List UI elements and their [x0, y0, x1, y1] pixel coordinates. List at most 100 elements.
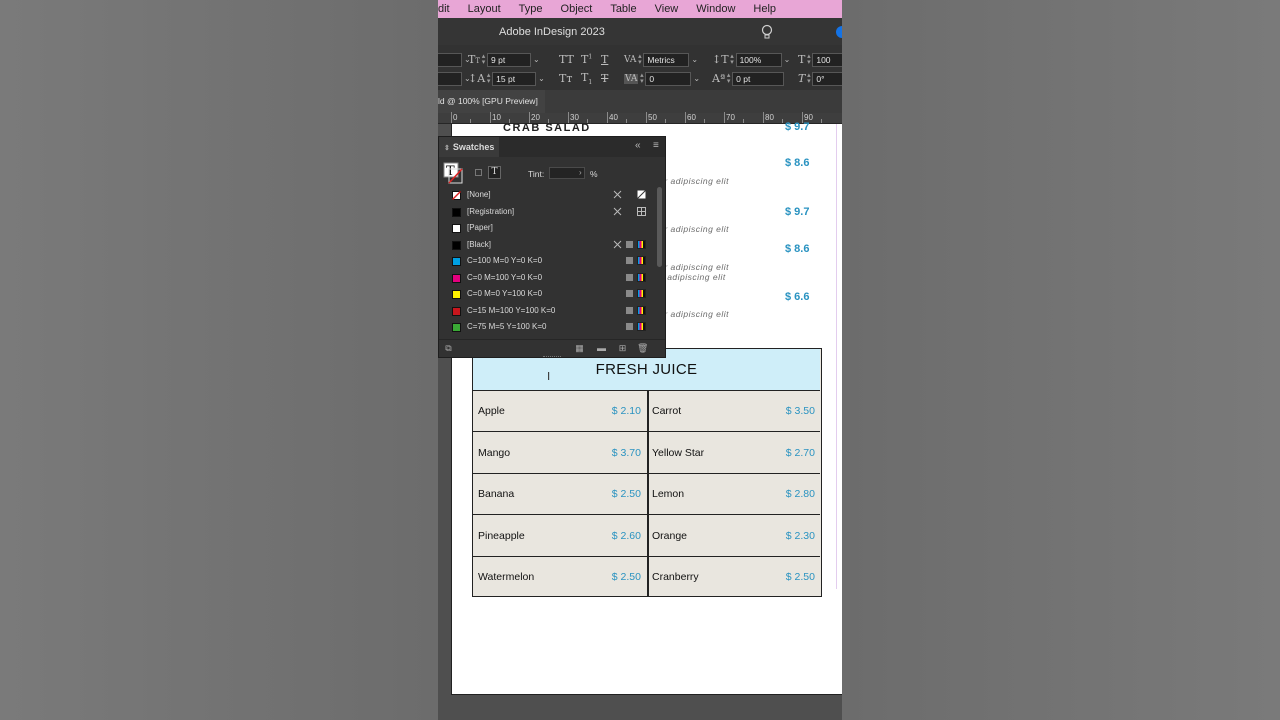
menu-table[interactable]: Table: [601, 3, 645, 15]
text-format-icon[interactable]: T: [488, 166, 501, 179]
stepper-icon[interactable]: ▴ ▾: [805, 53, 812, 66]
horizontal-ruler[interactable]: 0 10 20 30 40 50 60 70 80 90: [438, 112, 842, 124]
juice-name[interactable]: Apple: [478, 391, 505, 432]
vertical-scale-control[interactable]: ↕T ▴ ▾ 100% ⌄: [712, 52, 790, 67]
chevron-right-icon[interactable]: ›: [579, 168, 582, 177]
small-caps-button[interactable]: Tᴛ: [559, 71, 572, 86]
menu-item-price[interactable]: $ 8.6: [785, 157, 809, 169]
swatch-row[interactable]: [Registration]: [439, 204, 657, 221]
juice-name[interactable]: Watermelon: [478, 557, 534, 598]
swatch-row[interactable]: C=15 M=100 Y=100 K=0: [439, 303, 657, 320]
juice-name[interactable]: Mango: [478, 433, 510, 474]
subscript-button[interactable]: T1: [581, 71, 592, 86]
menu-layout[interactable]: Layout: [459, 3, 510, 15]
menu-item-price[interactable]: $ 6.6: [785, 291, 809, 303]
underline-button[interactable]: T: [601, 52, 608, 67]
font-style-dropdown[interactable]: ⌄: [438, 52, 471, 67]
juice-price[interactable]: $ 3.50: [747, 391, 815, 432]
juice-price[interactable]: $ 3.70: [573, 433, 641, 474]
menu-view[interactable]: View: [646, 3, 688, 15]
collapse-panel-icon[interactable]: «: [635, 140, 641, 151]
superscript-button[interactable]: T1: [581, 52, 592, 67]
juice-name[interactable]: Pineapple: [478, 516, 525, 557]
table-row[interactable]: Mango $ 3.70 Yellow Star $ 2.70: [473, 433, 820, 474]
stepper-icon[interactable]: ▴ ▾: [485, 72, 492, 85]
juice-name[interactable]: Cranberry: [652, 557, 699, 598]
strikethrough-button[interactable]: T: [601, 71, 608, 86]
menu-edit[interactable]: dit: [438, 3, 459, 15]
swatch-row[interactable]: [Black]: [439, 237, 657, 254]
vertical-scale-field[interactable]: 100: [812, 52, 842, 67]
table-row[interactable]: Banana $ 2.50 Lemon $ 2.80: [473, 474, 820, 515]
menu-item-price[interactable]: $ 8.6: [785, 243, 809, 255]
stepper-icon[interactable]: ▴ ▾: [480, 53, 487, 66]
swatches-scrollbar[interactable]: [657, 187, 662, 267]
swatch-row[interactable]: C=0 M=100 Y=0 K=0: [439, 270, 657, 287]
font-size-field[interactable]: 9 pt: [487, 52, 532, 67]
folder-icon[interactable]: ▬: [596, 343, 607, 354]
menu-object[interactable]: Object: [552, 3, 602, 15]
menu-item-title[interactable]: CRAB SALAD: [503, 122, 591, 134]
leading-control[interactable]: ↕A ▴ ▾ 15 pt ⌄: [468, 71, 545, 86]
menu-window[interactable]: Window: [687, 3, 744, 15]
swatch-row[interactable]: C=100 M=0 Y=0 K=0: [439, 253, 657, 270]
juice-name[interactable]: Yellow Star: [652, 433, 704, 474]
container-format-icon[interactable]: [475, 169, 482, 176]
baseline-shift-field[interactable]: 0 pt: [732, 71, 785, 86]
panel-resize-grip[interactable]: [543, 356, 561, 358]
swatch-import-icon[interactable]: ⧉: [443, 343, 454, 354]
swatch-row[interactable]: C=75 M=5 Y=100 K=0: [439, 319, 657, 336]
share-button[interactable]: [836, 26, 842, 38]
horizontal-scale-control[interactable]: T ▴ ▾ 100: [798, 52, 842, 67]
juice-price[interactable]: $ 2.10: [573, 391, 641, 432]
font-size-control[interactable]: TT ▴ ▾ 9 pt ⌄: [468, 52, 540, 67]
stepper-icon[interactable]: ▴ ▾: [725, 72, 732, 85]
tracking-control[interactable]: VA ▴ ▾ 0 ⌄: [624, 71, 700, 86]
table-row[interactable]: Pineapple $ 2.60 Orange $ 2.30: [473, 516, 820, 557]
juice-name[interactable]: Lemon: [652, 474, 684, 515]
stepper-icon[interactable]: ▴ ▾: [805, 72, 812, 85]
swatch-row[interactable]: C=0 M=0 Y=100 K=0: [439, 286, 657, 303]
swatches-list[interactable]: [None] [Registration] [Paper] [Black] C=…: [439, 187, 665, 337]
leading-field[interactable]: 15 pt: [492, 71, 537, 86]
lightbulb-icon[interactable]: [760, 24, 774, 40]
document-tab[interactable]: ld @ 100% [GPU Preview]: [438, 90, 545, 113]
kerning-field[interactable]: Metrics: [643, 52, 690, 67]
fill-stroke-text-icon[interactable]: T: [443, 162, 463, 184]
skew-field[interactable]: 0°: [812, 71, 842, 86]
all-caps-button[interactable]: TT: [559, 52, 574, 67]
juice-price[interactable]: $ 2.80: [747, 474, 815, 515]
tracking-field[interactable]: 0: [645, 71, 692, 86]
skew-control[interactable]: T ▴ ▾ 0°: [798, 71, 842, 86]
fresh-juice-table[interactable]: FRESH JUICE Apple $ 2.10 Carrot $ 3.50 M…: [472, 348, 822, 597]
font-weight-dropdown[interactable]: ⌄: [438, 71, 471, 86]
juice-price[interactable]: $ 2.60: [573, 516, 641, 557]
menu-type[interactable]: Type: [510, 3, 552, 15]
swatches-panel[interactable]: ⇕ Swatches « ≡ T T Tint: › % [None] [Reg…: [438, 136, 666, 358]
table-row[interactable]: Watermelon $ 2.50 Cranberry $ 2.50: [473, 557, 820, 598]
menu-help[interactable]: Help: [744, 3, 785, 15]
swatch-row[interactable]: [Paper]: [439, 220, 657, 237]
juice-name[interactable]: Orange: [652, 516, 687, 557]
juice-price[interactable]: $ 2.50: [747, 557, 815, 598]
juice-price[interactable]: $ 2.70: [747, 433, 815, 474]
juice-name[interactable]: Banana: [478, 474, 514, 515]
stepper-icon[interactable]: ▴ ▾: [638, 72, 645, 85]
new-swatch-icon[interactable]: ⊞: [617, 343, 628, 354]
panel-menu-icon[interactable]: ≡: [653, 140, 659, 151]
kerning-control[interactable]: VA ▴ ▾ Metrics ⌄: [624, 52, 698, 67]
swatches-tab[interactable]: ⇕ Swatches: [439, 137, 499, 157]
horizontal-scale-field[interactable]: 100%: [735, 52, 782, 67]
juice-price[interactable]: $ 2.30: [747, 516, 815, 557]
swatch-row[interactable]: [None]: [439, 187, 657, 204]
menu-item-price[interactable]: $ 9.7: [785, 206, 809, 218]
show-swatches-icon[interactable]: ▦: [574, 343, 585, 354]
menu-item-price[interactable]: $ 9.7: [785, 121, 809, 133]
stepper-icon[interactable]: ▴ ▾: [636, 53, 643, 66]
baseline-shift-control[interactable]: Aª ▴ ▾ 0 pt: [712, 71, 785, 86]
menu-item-description[interactable]: r adipiscing elit: [661, 272, 726, 282]
juice-price[interactable]: $ 2.50: [573, 474, 641, 515]
trash-icon[interactable]: 🗑: [637, 343, 648, 354]
juice-name[interactable]: Carrot: [652, 391, 681, 432]
juice-price[interactable]: $ 2.50: [573, 557, 641, 598]
